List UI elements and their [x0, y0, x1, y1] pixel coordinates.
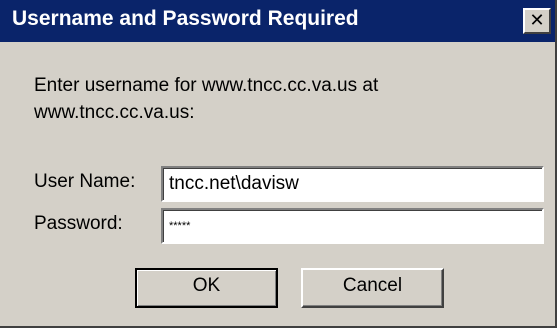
username-label: User Name:	[34, 171, 136, 192]
close-icon[interactable]: ✕	[523, 8, 551, 34]
dialog-title: Username and Password Required	[12, 7, 359, 30]
password-field[interactable]	[161, 208, 544, 244]
ok-button[interactable]: OK	[135, 268, 278, 308]
cancel-button[interactable]: Cancel	[301, 268, 444, 308]
prompt-text: Enter username for www.tncc.cc.va.us at …	[34, 75, 379, 123]
password-label: Password:	[34, 213, 123, 234]
username-field[interactable]	[161, 166, 544, 202]
title-bar[interactable]: Username and Password Required ✕	[0, 0, 555, 42]
login-dialog: Username and Password Required ✕ Enter u…	[0, 0, 557, 328]
